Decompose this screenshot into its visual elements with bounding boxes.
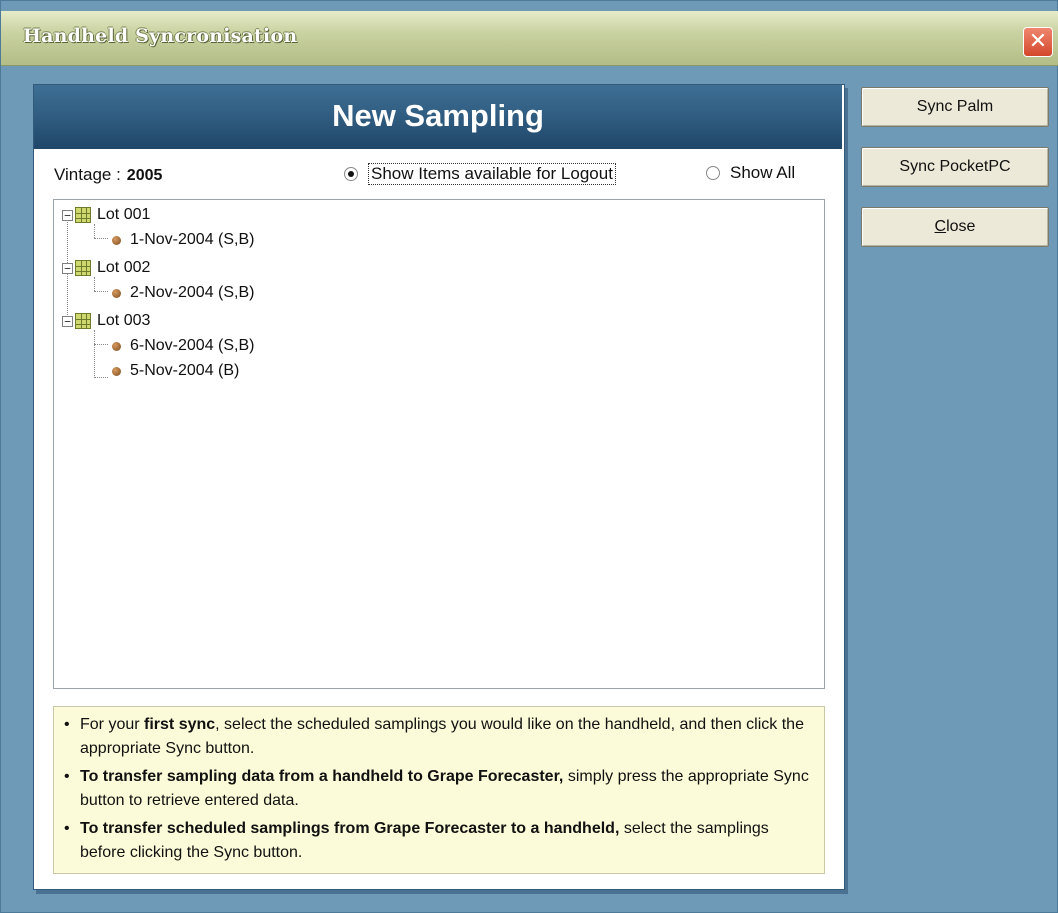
title-bar[interactable]: Handheld Syncronisation ✕ <box>1 11 1058 66</box>
vintage-label: Vintage : <box>54 165 121 184</box>
tree-sampling-node[interactable]: 6-Nov-2004 (S,B) <box>112 337 255 355</box>
tree-connector <box>94 277 95 291</box>
tree-connector <box>94 377 108 378</box>
close-button[interactable]: Close <box>861 207 1049 247</box>
help-list: For your first sync, select the schedule… <box>54 707 824 865</box>
radio-show-all[interactable]: Show All <box>706 163 795 183</box>
vintage-display: Vintage : 2005 <box>54 165 162 185</box>
sampling-label: 2-Nov-2004 (S,B) <box>130 284 255 301</box>
help-item: For your first sync, select the schedule… <box>64 713 816 761</box>
sampling-tree[interactable]: − Lot 001 1-Nov-2004 (S,B) − Lot 002 2-N… <box>53 199 825 689</box>
vineyard-lot-icon <box>75 207 91 223</box>
radio-selected-icon[interactable] <box>344 167 358 181</box>
sync-palm-button[interactable]: Sync Palm <box>861 87 1049 127</box>
panel-header: New Sampling <box>34 85 842 149</box>
tree-sampling-node[interactable]: 2-Nov-2004 (S,B) <box>112 284 255 302</box>
radio-show-logout-label: Show Items available for Logout <box>368 163 616 185</box>
sync-window: Handheld Syncronisation ✕ New Sampling V… <box>0 0 1058 913</box>
tree-connector <box>94 330 95 378</box>
sampling-bullet-icon <box>112 288 121 298</box>
lot-label: Lot 001 <box>97 206 151 223</box>
sampling-label: 6-Nov-2004 (S,B) <box>130 337 255 354</box>
tree-connector <box>94 224 95 238</box>
vineyard-lot-icon <box>75 260 91 276</box>
tree-lot-node[interactable]: − Lot 003 <box>62 312 150 330</box>
tree-connector <box>94 344 108 345</box>
tree-connector <box>94 238 108 239</box>
collapse-icon[interactable]: − <box>62 315 73 327</box>
tree-lot-node[interactable]: − Lot 002 <box>62 259 150 277</box>
tree-connector <box>94 291 108 292</box>
tree-sampling-node[interactable]: 1-Nov-2004 (S,B) <box>112 231 255 249</box>
window-title: Handheld Syncronisation <box>23 25 298 47</box>
tree-sampling-node[interactable]: 5-Nov-2004 (B) <box>112 362 239 380</box>
help-item: To transfer scheduled samplings from Gra… <box>64 817 816 865</box>
collapse-icon[interactable]: − <box>62 209 73 221</box>
vintage-value: 2005 <box>126 167 163 184</box>
radio-show-all-label: Show All <box>730 163 796 182</box>
sampling-label: 5-Nov-2004 (B) <box>130 362 240 379</box>
close-window-icon[interactable]: ✕ <box>1023 27 1053 57</box>
sync-pocketpc-button[interactable]: Sync PocketPC <box>861 147 1049 187</box>
help-item: To transfer sampling data from a handhel… <box>64 765 816 813</box>
sampling-panel: New Sampling Vintage : 2005 Show Items av… <box>33 84 845 890</box>
vineyard-lot-icon <box>75 313 91 329</box>
help-info-box: For your first sync, select the schedule… <box>53 706 825 874</box>
lot-label: Lot 003 <box>97 312 151 329</box>
sampling-bullet-icon <box>112 341 121 351</box>
sampling-bullet-icon <box>112 235 121 245</box>
sampling-bullet-icon <box>112 366 121 376</box>
lot-label: Lot 002 <box>97 259 151 276</box>
panel-title: New Sampling <box>332 98 544 133</box>
sampling-label: 1-Nov-2004 (S,B) <box>130 231 255 248</box>
collapse-icon[interactable]: − <box>62 262 73 274</box>
radio-unselected-icon[interactable] <box>706 166 720 180</box>
radio-show-logout[interactable]: Show Items available for Logout <box>344 163 616 185</box>
tree-lot-node[interactable]: − Lot 001 <box>62 206 150 224</box>
